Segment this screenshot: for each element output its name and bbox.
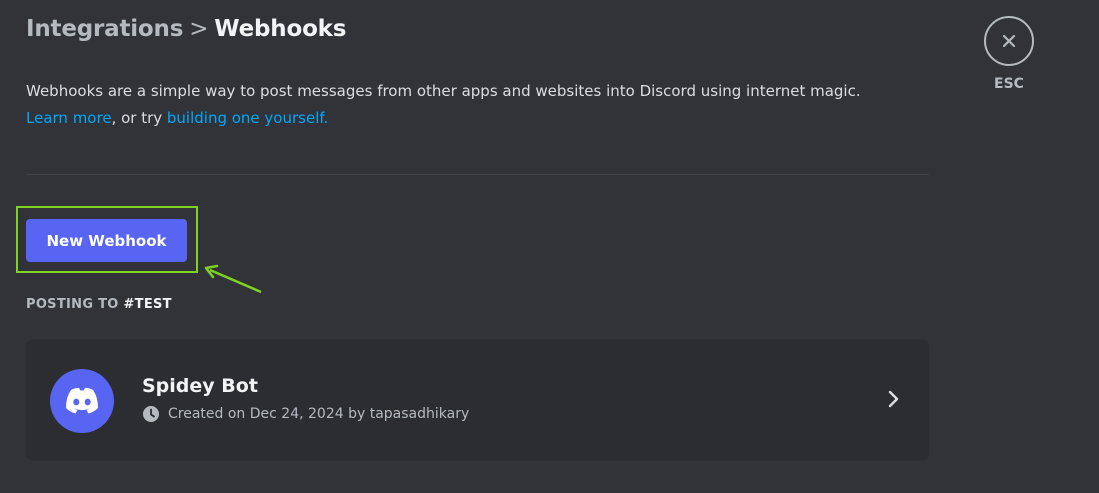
clock-icon	[142, 405, 160, 423]
webhooks-description: Webhooks are a simple way to post messag…	[26, 78, 926, 132]
esc-label: ESC	[994, 76, 1024, 92]
close-control: ESC	[984, 16, 1034, 92]
chevron-right-icon	[888, 390, 899, 408]
breadcrumb: Integrations > Webhooks	[26, 16, 346, 42]
webhook-name: Spidey Bot	[142, 375, 258, 397]
webhook-created: Created on Dec 24, 2024 by tapasadhikary	[168, 406, 470, 422]
section-channel: #TEST	[123, 297, 172, 312]
new-webhook-button[interactable]: New Webhook	[26, 219, 187, 262]
breadcrumb-separator: >	[189, 16, 209, 42]
webhook-meta: Created on Dec 24, 2024 by tapasadhikary	[142, 405, 469, 423]
section-title: POSTING TO #TEST	[26, 297, 172, 312]
webhook-card[interactable]: Spidey Bot Created on Dec 24, 2024 by ta…	[26, 339, 929, 461]
annotation-arrow	[204, 264, 262, 294]
description-or-try: , or try	[111, 109, 167, 127]
divider	[26, 174, 929, 175]
learn-more-link[interactable]: Learn more	[26, 109, 112, 127]
breadcrumb-integrations[interactable]: Integrations	[26, 16, 183, 42]
page-title: Webhooks	[214, 16, 347, 42]
discord-logo-icon	[66, 387, 98, 414]
webhook-avatar	[50, 369, 114, 433]
description-text: Webhooks are a simple way to post messag…	[26, 82, 861, 100]
close-icon	[1002, 34, 1016, 48]
build-one-yourself-link[interactable]: building one yourself.	[167, 109, 328, 127]
section-title-prefix: POSTING TO	[26, 297, 124, 312]
close-button[interactable]	[984, 16, 1034, 66]
